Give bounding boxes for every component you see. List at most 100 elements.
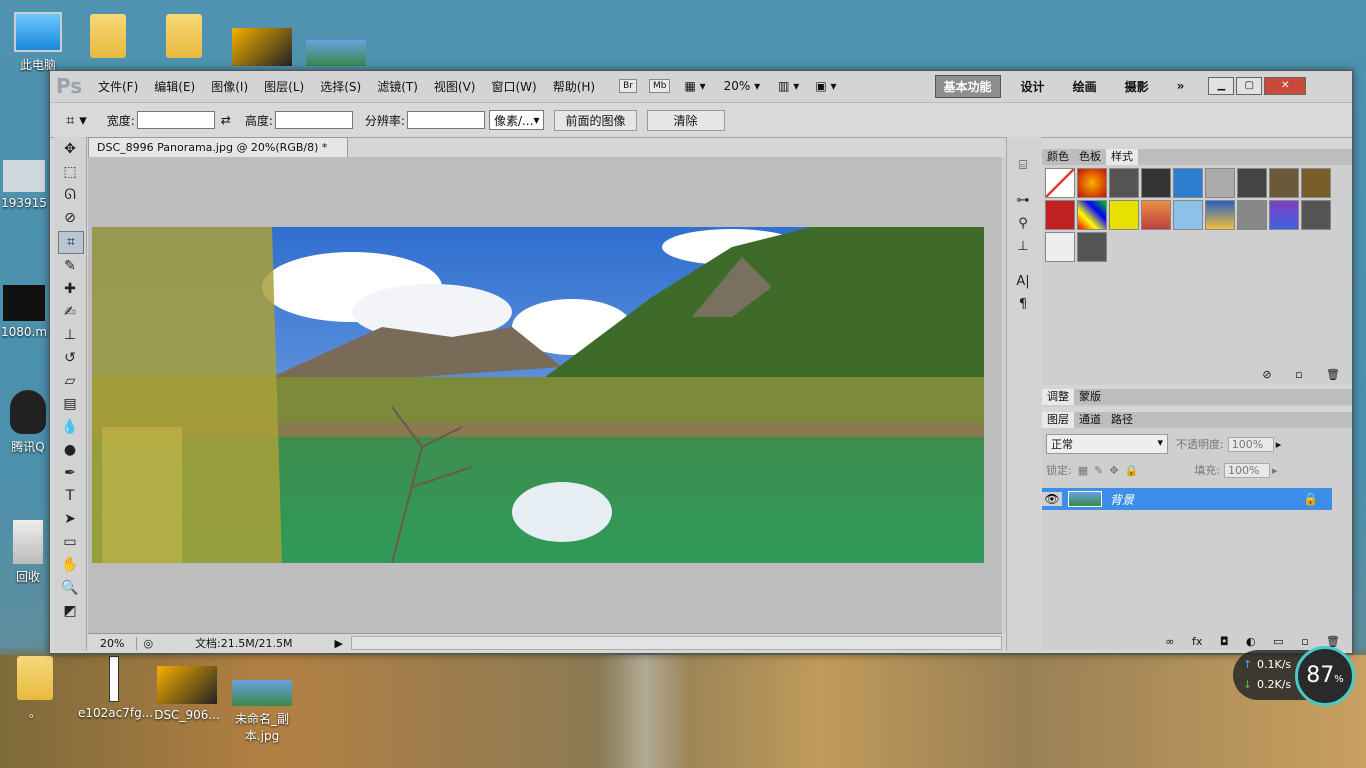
character-panel-icon[interactable]: A| (1011, 271, 1035, 292)
resolution-unit-select[interactable]: 像素/... ▾ (488, 110, 545, 130)
clone-stamp-icon[interactable]: ⊥ (58, 325, 82, 346)
hand-tool-icon[interactable]: ✋ (58, 555, 82, 576)
tab-channels[interactable]: 通道 (1074, 412, 1106, 428)
clear-style-icon[interactable]: ⊘ (1262, 368, 1271, 381)
dodge-tool-icon[interactable]: ● (58, 440, 82, 461)
width-field[interactable] (136, 111, 215, 129)
lock-transparency-icon[interactable]: ▦ (1078, 464, 1088, 477)
style-swatch[interactable] (1109, 168, 1139, 198)
style-swatch[interactable] (1045, 168, 1075, 198)
crop-tool-icon[interactable]: ⌗ (58, 231, 84, 254)
move-tool-icon[interactable]: ✥ (58, 139, 82, 160)
desktop-top-icon[interactable] (166, 14, 202, 62)
style-swatch[interactable] (1141, 168, 1171, 198)
workspace-painting[interactable]: 绘画 (1065, 76, 1105, 97)
layer-name[interactable]: 背景 (1110, 491, 1134, 508)
menu-help[interactable]: 帮助(H) (545, 78, 603, 95)
fill-arrow-icon[interactable]: ▸ (1272, 464, 1278, 477)
status-zoom[interactable]: 20% (88, 636, 138, 650)
status-menu-arrow-icon[interactable]: ▶ (334, 637, 342, 650)
crop-tool-icon[interactable]: ⌗ ▾ (66, 111, 87, 129)
view-extras-icon[interactable]: ▦ ▾ (684, 79, 705, 93)
menu-file[interactable]: 文件(F) (90, 78, 146, 95)
arrange-docs-icon[interactable]: ▥ ▾ (778, 79, 799, 93)
delete-style-icon[interactable]: 🗑 (1326, 368, 1340, 381)
clear-button[interactable]: 清除 (646, 109, 725, 131)
lock-paint-icon[interactable]: ✎ (1094, 464, 1103, 477)
eyedropper-tool-icon[interactable]: ✎ (58, 256, 82, 277)
lock-all-icon[interactable]: 🔒 (1125, 464, 1139, 477)
tab-adjustments[interactable]: 调整 (1042, 389, 1074, 405)
eraser-tool-icon[interactable]: ▱ (58, 371, 82, 392)
adjustment-layer-icon[interactable]: ◐ (1246, 635, 1256, 648)
canvas-area[interactable] (88, 157, 1002, 633)
zoom-select[interactable]: 20% ▾ (724, 79, 761, 93)
close-button[interactable]: ✕ (1264, 77, 1307, 95)
menu-edit[interactable]: 编辑(E) (146, 78, 203, 95)
tab-layers[interactable]: 图层 (1042, 412, 1074, 428)
style-swatch[interactable] (1045, 232, 1075, 262)
desktop-icon-recycle-bin[interactable]: 回收 (6, 520, 50, 585)
desktop-icon-this-pc[interactable]: 此电脑 (8, 12, 68, 73)
desktop-icon-qq[interactable]: 腾讯Q (6, 390, 50, 455)
resolution-field[interactable] (406, 111, 485, 129)
menu-view[interactable]: 视图(V) (426, 78, 484, 95)
marquee-tool-icon[interactable]: ⬚ (58, 162, 82, 183)
zoom-tool-icon[interactable]: 🔍 (58, 578, 82, 599)
horizontal-scrollbar[interactable] (350, 636, 1002, 650)
style-swatch[interactable] (1237, 200, 1267, 230)
document-tab[interactable]: DSC_8996 Panorama.jpg @ 20%(RGB/8) * ✕ (88, 137, 348, 175)
style-swatch[interactable] (1045, 200, 1075, 230)
front-image-button[interactable]: 前面的图像 (554, 109, 637, 131)
status-info-icon[interactable]: ◎ (143, 637, 153, 650)
style-swatch[interactable] (1077, 168, 1107, 198)
desktop-icon-photo-copy[interactable]: 未命名_副本.jpg (226, 680, 298, 744)
height-field[interactable] (274, 111, 353, 129)
menu-select[interactable]: 选择(S) (312, 78, 369, 95)
fx-icon[interactable]: fx (1192, 635, 1202, 648)
path-select-icon[interactable]: ➤ (58, 509, 82, 530)
tab-masks[interactable]: 蒙版 (1074, 389, 1106, 405)
workspace-design[interactable]: 设计 (1013, 76, 1053, 97)
clone-source-icon[interactable]: ⊥ (1011, 236, 1035, 257)
desktop-icon-video[interactable]: 1080.m (0, 285, 48, 339)
style-swatch[interactable] (1173, 168, 1203, 198)
brush-panel-icon[interactable]: ⚲ (1011, 213, 1035, 234)
opacity-field[interactable]: 100% (1227, 436, 1274, 452)
history-panel-icon[interactable]: ⌸ (1011, 155, 1035, 176)
menu-window[interactable]: 窗口(W) (483, 78, 544, 95)
tab-color[interactable]: 颜色 (1042, 149, 1074, 165)
desktop-icon-photo[interactable]: DSC_906... (154, 666, 220, 722)
desktop-top-icon[interactable] (232, 28, 292, 70)
style-swatch[interactable] (1301, 168, 1331, 198)
desktop-top-icon[interactable] (90, 14, 126, 62)
style-swatch[interactable] (1205, 200, 1235, 230)
blend-mode-select[interactable]: 正常 ▾ (1046, 434, 1168, 454)
fill-field[interactable]: 100% (1223, 462, 1270, 478)
style-swatch[interactable] (1269, 168, 1299, 198)
add-mask-icon[interactable]: ◘ (1220, 635, 1229, 648)
menu-image[interactable]: 图像(I) (203, 78, 256, 95)
link-layers-icon[interactable]: ∞ (1165, 635, 1174, 648)
layer-row-background[interactable]: 👁 背景 🔒 (1042, 488, 1332, 510)
style-swatch[interactable] (1109, 200, 1139, 230)
style-swatch[interactable] (1237, 168, 1267, 198)
tab-paths[interactable]: 路径 (1106, 412, 1138, 428)
style-swatch[interactable] (1269, 200, 1299, 230)
blur-tool-icon[interactable]: 💧 (58, 417, 82, 438)
memory-gauge[interactable]: 87% (1295, 646, 1355, 706)
screen-mode-icon[interactable]: ▣ ▾ (815, 79, 836, 93)
bridge-button[interactable]: Br (619, 79, 637, 93)
visibility-eye-icon[interactable]: 👁 (1042, 492, 1062, 506)
healing-brush-icon[interactable]: ✚ (58, 279, 82, 300)
style-swatch[interactable] (1205, 168, 1235, 198)
actions-panel-icon[interactable]: ⊶ (1011, 190, 1035, 211)
tab-swatches[interactable]: 色板 (1074, 149, 1106, 165)
new-group-icon[interactable]: ▭ (1273, 635, 1283, 648)
desktop-icon-folder[interactable]: 。 (12, 656, 58, 721)
gradient-tool-icon[interactable]: ▤ (58, 394, 82, 415)
pen-tool-icon[interactable]: ✒ (58, 463, 82, 484)
workspace-essentials[interactable]: 基本功能 (934, 74, 1001, 98)
lock-position-icon[interactable]: ✥ (1109, 464, 1118, 477)
swap-icon[interactable]: ⇄ (221, 113, 231, 127)
